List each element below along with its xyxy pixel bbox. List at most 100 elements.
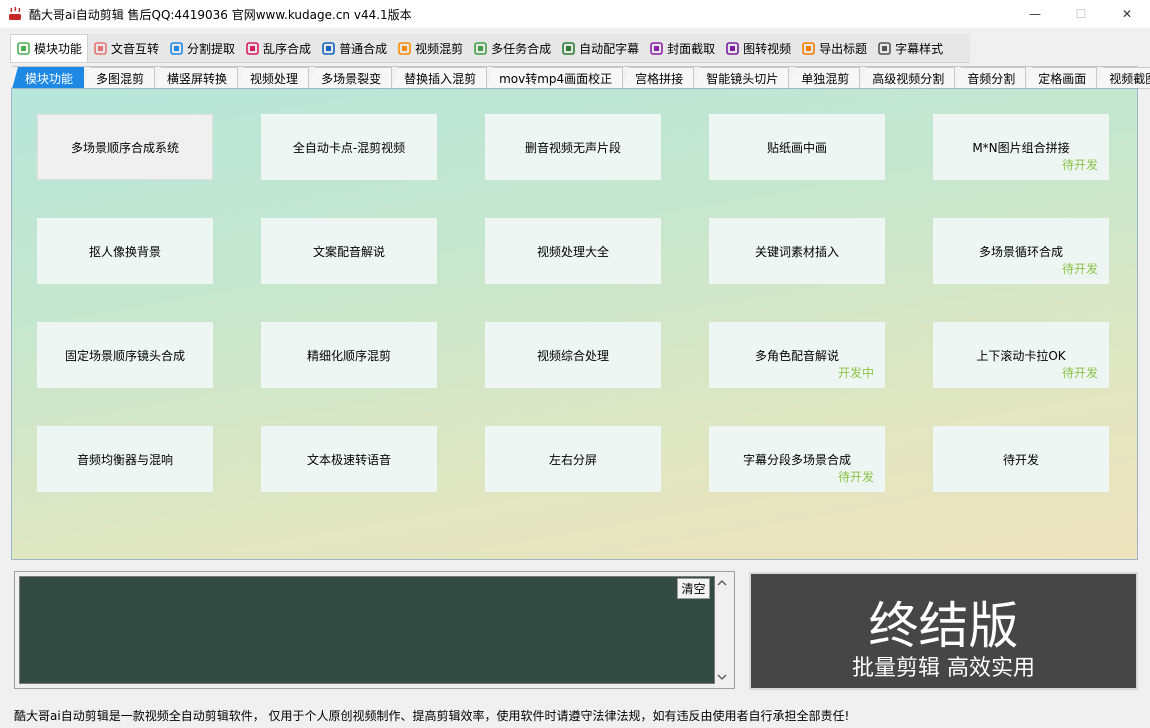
function-button-19[interactable]: 字幕分段多场景合成待开发 — [709, 426, 885, 492]
shuffle-icon — [246, 41, 259, 55]
video-mix-icon — [398, 41, 411, 55]
function-button-12[interactable]: 精细化顺序混剪 — [261, 322, 437, 388]
log-textarea[interactable] — [19, 576, 715, 684]
grid-icon — [17, 42, 30, 55]
promo-banner: 终结版 批量剪辑 高效实用 — [749, 572, 1138, 690]
caption-icon — [878, 41, 891, 55]
subtab-10[interactable]: 单独混剪 — [789, 67, 861, 89]
maximize-button[interactable]: ☐ — [1058, 0, 1104, 28]
function-button-16[interactable]: 音频均衡器与混响 — [37, 426, 213, 492]
toolbar-tab-7[interactable]: 多任务合成 — [468, 34, 556, 62]
function-label: 多场景顺序合成系统 — [70, 140, 179, 155]
function-label: 多角色配音解说 — [754, 348, 839, 363]
log-panel: 清空 — [14, 571, 735, 689]
clear-log-button[interactable]: 清空 — [677, 578, 710, 599]
log-scrollbar[interactable] — [715, 576, 729, 684]
toolbar-tab-label: 导出标题 — [819, 41, 868, 56]
toolbar-tab-label: 普通合成 — [339, 41, 388, 56]
toolbar-tab-label: 文音互转 — [111, 41, 160, 56]
function-button-3[interactable]: 删音视频无声片段 — [485, 114, 661, 180]
function-button-15[interactable]: 上下滚动卡拉OK 待开发 — [933, 322, 1109, 388]
function-label: 多场景循环合成 — [978, 244, 1063, 259]
function-button-4[interactable]: 贴纸画中画 — [709, 114, 885, 180]
toolbar-tab-1[interactable]: 模块功能 — [10, 34, 89, 62]
status-bar: 酷大哥ai自动剪辑是一款视频全自动剪辑软件， 仅用于个人原创视频制作、提高剪辑效… — [0, 703, 1150, 728]
subtab-5[interactable]: 多场景裂变 — [309, 67, 393, 89]
toolbar-tab-11[interactable]: 导出标题 — [796, 34, 872, 62]
app-logo-icon — [7, 6, 23, 22]
function-label: 全自动卡点-混剪视频 — [292, 140, 406, 155]
subtab-11[interactable]: 高级视频分割 — [860, 67, 956, 89]
function-label: 关键词素材插入 — [754, 244, 839, 259]
function-button-11[interactable]: 固定场景顺序镜头合成 — [37, 322, 213, 388]
subtab-7[interactable]: mov转mp4画面校正 — [487, 67, 624, 89]
dev-status-badge: 待开发 — [1061, 158, 1098, 172]
function-button-13[interactable]: 视频综合处理 — [485, 322, 661, 388]
toolbar-tab-9[interactable]: 封面截取 — [644, 34, 720, 62]
function-button-10[interactable]: 多场景循环合成待开发 — [933, 218, 1109, 284]
main-toolbar: 模块功能 文音互转 分割提取 乱序合成 普通合成 视频混剪 多任务合成 自动配字幕 封面截取 图转… — [10, 34, 970, 63]
toolbar-tab-label: 模块功能 — [34, 42, 83, 56]
function-button-1[interactable]: 多场景顺序合成系统 — [37, 114, 213, 180]
function-label: 字幕分段多场景合成 — [742, 452, 851, 467]
subtab-6[interactable]: 替换插入混剪 — [392, 67, 488, 89]
toolbar-tab-label: 多任务合成 — [491, 41, 552, 56]
split-icon — [170, 41, 183, 55]
window-title: 酷大哥ai自动剪辑 售后QQ:4419036 官网www.kudage.cn v… — [29, 7, 412, 22]
toolbar-tab-label: 乱序合成 — [263, 41, 312, 56]
function-button-6[interactable]: 抠人像换背景 — [37, 218, 213, 284]
close-button[interactable]: ✕ — [1104, 0, 1150, 28]
toolbar-tab-8[interactable]: 自动配字幕 — [556, 34, 644, 62]
dev-status-badge: 待开发 — [837, 470, 874, 484]
function-label: 抠人像换背景 — [88, 244, 161, 259]
subtab-4[interactable]: 视频处理 — [238, 67, 310, 89]
promo-title: 终结版 — [868, 597, 1019, 655]
toolbar-tab-label: 分割提取 — [187, 41, 236, 56]
toolbar-tab-2[interactable]: 文音互转 — [88, 34, 164, 62]
subtab-2[interactable]: 多图混剪 — [84, 67, 156, 89]
function-label: 贴纸画中画 — [766, 140, 827, 155]
subtab-8[interactable]: 宫格拼接 — [623, 67, 695, 89]
function-button-5[interactable]: M*N图片组合拼接 待开发 — [933, 114, 1109, 180]
function-label: 文本极速转语音 — [306, 452, 391, 467]
toolbar-tab-label: 封面截取 — [667, 41, 716, 56]
function-button-20[interactable]: 待开发 — [933, 426, 1109, 492]
subtab-1[interactable]: 模块功能 — [12, 67, 85, 89]
subtab-12[interactable]: 音频分割 — [955, 67, 1027, 89]
dev-status-badge: 待开发 — [1061, 262, 1098, 276]
promo-subtitle: 批量剪辑 高效实用 — [852, 656, 1035, 681]
dev-status-badge: 待开发 — [1061, 366, 1098, 380]
subtab-14[interactable]: 视频截图 — [1097, 67, 1150, 89]
function-button-7[interactable]: 文案配音解说 — [261, 218, 437, 284]
text-audio-icon — [94, 41, 107, 55]
function-label: 左右分屏 — [548, 452, 597, 467]
function-label: 视频处理大全 — [536, 244, 609, 259]
subtab-13[interactable]: 定格画面 — [1026, 67, 1098, 89]
function-label: 上下滚动卡拉OK — [976, 348, 1066, 363]
function-button-17[interactable]: 文本极速转语音 — [261, 426, 437, 492]
subtab-9[interactable]: 智能镜头切片 — [694, 67, 790, 89]
function-label: 删音视频无声片段 — [524, 140, 621, 155]
function-button-9[interactable]: 关键词素材插入 — [709, 218, 885, 284]
toolbar-tab-label: 自动配字幕 — [579, 41, 640, 56]
function-label: 视频综合处理 — [536, 348, 609, 363]
title-bar: 酷大哥ai自动剪辑 售后QQ:4419036 官网www.kudage.cn v… — [0, 0, 1150, 28]
function-button-8[interactable]: 视频处理大全 — [485, 218, 661, 284]
function-button-18[interactable]: 左右分屏 — [485, 426, 661, 492]
toolbar-tab-12[interactable]: 字幕样式 — [872, 34, 948, 62]
toolbar-tab-5[interactable]: 普通合成 — [316, 34, 392, 62]
cover-icon — [650, 41, 663, 55]
function-button-14[interactable]: 多角色配音解说 开发中 — [709, 322, 885, 388]
toolbar-tab-6[interactable]: 视频混剪 — [392, 34, 468, 62]
toolbar-tab-4[interactable]: 乱序合成 — [240, 34, 316, 62]
minimize-button[interactable]: — — [1012, 0, 1058, 28]
toolbar-tab-3[interactable]: 分割提取 — [164, 34, 240, 62]
function-label: 精细化顺序混剪 — [306, 348, 391, 363]
function-label: 待开发 — [1002, 452, 1039, 467]
toolbar-tab-10[interactable]: 图转视频 — [720, 34, 796, 62]
subtab-3[interactable]: 横竖屏转换 — [155, 67, 239, 89]
image-video-icon — [726, 41, 739, 55]
function-label: 固定场景顺序镜头合成 — [64, 348, 185, 363]
module-subtabs: 模块功能 多图混剪 横竖屏转换 视频处理 多场景裂变 替换插入混剪 mov转mp4画面校正宫… — [12, 66, 1150, 89]
function-button-2[interactable]: 全自动卡点-混剪视频 — [261, 114, 437, 180]
